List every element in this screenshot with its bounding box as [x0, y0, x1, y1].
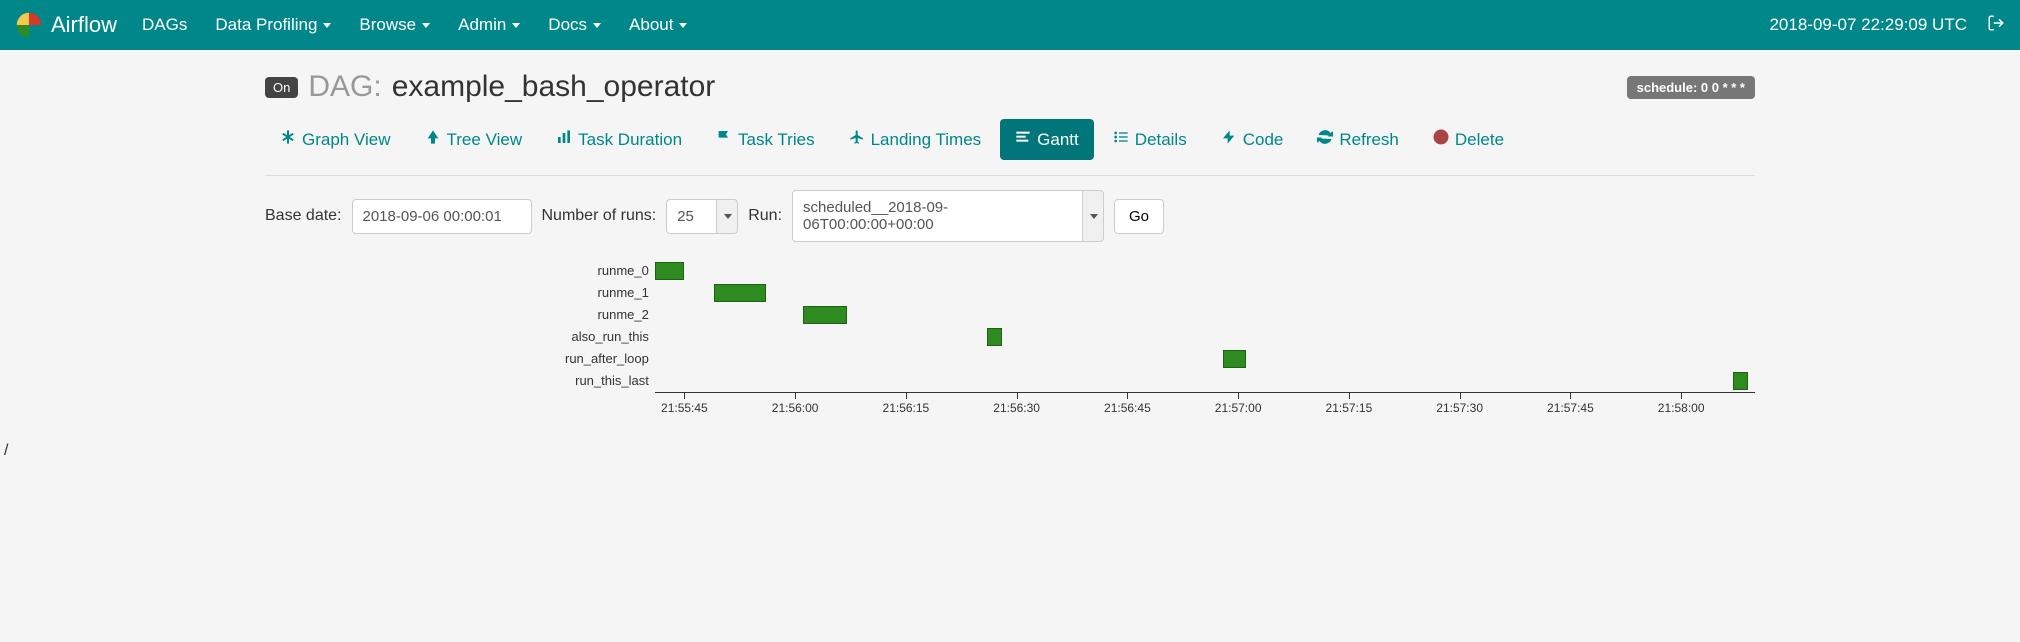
axis-tick-label: 21:56:15 [883, 401, 930, 415]
task-label: run_after_loop [565, 348, 649, 370]
gantt-chart: runme_0 runme_1 runme_2 also_run_this ru… [565, 260, 1755, 422]
tab-tree-view[interactable]: Tree View [410, 119, 538, 160]
caret-icon [323, 23, 331, 28]
num-runs-select[interactable]: 25 [666, 199, 738, 234]
task-label: runme_1 [565, 282, 649, 304]
go-button[interactable]: Go [1114, 199, 1164, 234]
brand-text: Airflow [51, 12, 117, 38]
clock-text: 2018-09-07 22:29:09 UTC [1769, 15, 1967, 35]
run-select[interactable]: scheduled__2018-09-06T00:00:00+00:00 [792, 190, 1104, 242]
tree-icon [425, 129, 441, 150]
dag-header: On DAG: example_bash_operator schedule: … [265, 70, 1755, 104]
gantt-row [655, 304, 1755, 326]
dag-name: example_bash_operator [392, 70, 716, 104]
navbar-right: 2018-09-07 22:29:09 UTC [1769, 14, 2005, 37]
schedule-badge[interactable]: schedule: 0 0 * * * [1627, 76, 1755, 99]
tab-gantt[interactable]: Gantt [1000, 119, 1094, 160]
chevron-down-icon[interactable] [716, 199, 738, 234]
dag-label: DAG: [308, 70, 381, 104]
chevron-down-icon[interactable] [1082, 190, 1104, 242]
nav-data-profiling[interactable]: Data Profiling [215, 15, 331, 35]
gantt-row [655, 370, 1755, 392]
tab-landing-times[interactable]: Landing Times [834, 119, 997, 160]
gantt-bar[interactable] [655, 262, 685, 280]
gantt-bar[interactable] [1223, 350, 1245, 368]
tab-delete[interactable]: Delete [1418, 119, 1519, 160]
gantt-bar[interactable] [987, 328, 1002, 346]
axis-tick-label: 21:57:45 [1547, 401, 1594, 415]
axis-tick-label: 21:58:00 [1658, 401, 1705, 415]
logout-icon[interactable] [1987, 14, 2005, 37]
controls-row: Base date: Number of runs: 25 Run: sched… [265, 190, 1755, 242]
main-container: On DAG: example_bash_operator schedule: … [250, 50, 1770, 442]
gantt-row [655, 326, 1755, 348]
tab-graph-view[interactable]: Graph View [265, 119, 406, 160]
plane-icon [849, 129, 865, 150]
task-label: also_run_this [565, 326, 649, 348]
axis-tick-label: 21:57:15 [1326, 401, 1373, 415]
caret-icon [512, 23, 520, 28]
nav-about[interactable]: About [629, 15, 687, 35]
task-label: run_this_last [565, 370, 649, 392]
divider [265, 175, 1755, 176]
nav-dags[interactable]: DAGs [142, 15, 187, 35]
axis-tick-label: 21:56:30 [993, 401, 1040, 415]
tab-details[interactable]: Details [1098, 119, 1202, 160]
task-label: runme_2 [565, 304, 649, 326]
caret-icon [679, 23, 687, 28]
gantt-bar[interactable] [1733, 372, 1748, 390]
gantt-row [655, 282, 1755, 304]
base-date-input[interactable] [352, 199, 532, 234]
brand-link[interactable]: Airflow [15, 11, 117, 39]
refresh-icon [1317, 129, 1333, 150]
tab-refresh[interactable]: Refresh [1302, 119, 1414, 160]
tab-task-tries[interactable]: Task Tries [701, 119, 830, 160]
axis-tick-label: 21:57:00 [1215, 401, 1262, 415]
axis-tick-label: 21:55:45 [661, 401, 708, 415]
axis-tick-label: 21:56:00 [772, 401, 819, 415]
tab-code[interactable]: Code [1206, 119, 1299, 160]
gantt-row [655, 348, 1755, 370]
gantt-row [655, 260, 1755, 282]
gantt-bar[interactable] [714, 284, 766, 302]
caret-icon [593, 23, 601, 28]
axis-tick-label: 21:56:45 [1104, 401, 1151, 415]
nav-admin[interactable]: Admin [458, 15, 520, 35]
nav-browse[interactable]: Browse [359, 15, 430, 35]
align-left-icon [1015, 129, 1031, 150]
base-date-label: Base date: [265, 207, 342, 225]
gantt-bar[interactable] [803, 306, 847, 324]
list-icon [1113, 129, 1129, 150]
gantt-plot-area: 21:55:45 21:56:00 21:56:15 21:56:30 21:56:45… [655, 260, 1755, 422]
caret-icon [422, 23, 430, 28]
stray-slash: / [0, 442, 2020, 460]
gantt-task-labels: runme_0 runme_1 runme_2 also_run_this ru… [565, 260, 655, 422]
dag-toggle[interactable]: On [265, 77, 298, 98]
gantt-axis: 21:55:45 21:56:00 21:56:15 21:56:30 21:56:45… [655, 392, 1755, 422]
task-label: runme_0 [565, 260, 649, 282]
dag-title-row: On DAG: example_bash_operator [265, 70, 715, 104]
tabs: Graph View Tree View Task Duration Task … [265, 119, 1755, 160]
asterisk-icon [280, 129, 296, 150]
nav-docs[interactable]: Docs [548, 15, 601, 35]
num-runs-label: Number of runs: [542, 207, 657, 225]
bolt-icon [1221, 129, 1237, 150]
navbar: Airflow DAGs Data Profiling Browse Admin… [0, 0, 2020, 50]
tab-task-duration[interactable]: Task Duration [541, 119, 697, 160]
axis-tick-label: 21:57:30 [1436, 401, 1483, 415]
delete-icon [1433, 129, 1449, 150]
bar-chart-icon [556, 129, 572, 150]
run-label: Run: [748, 207, 782, 225]
airflow-logo-icon [15, 11, 43, 39]
navbar-nav: DAGs Data Profiling Browse Admin Docs Ab… [142, 15, 1769, 35]
flag-icon [716, 129, 732, 150]
